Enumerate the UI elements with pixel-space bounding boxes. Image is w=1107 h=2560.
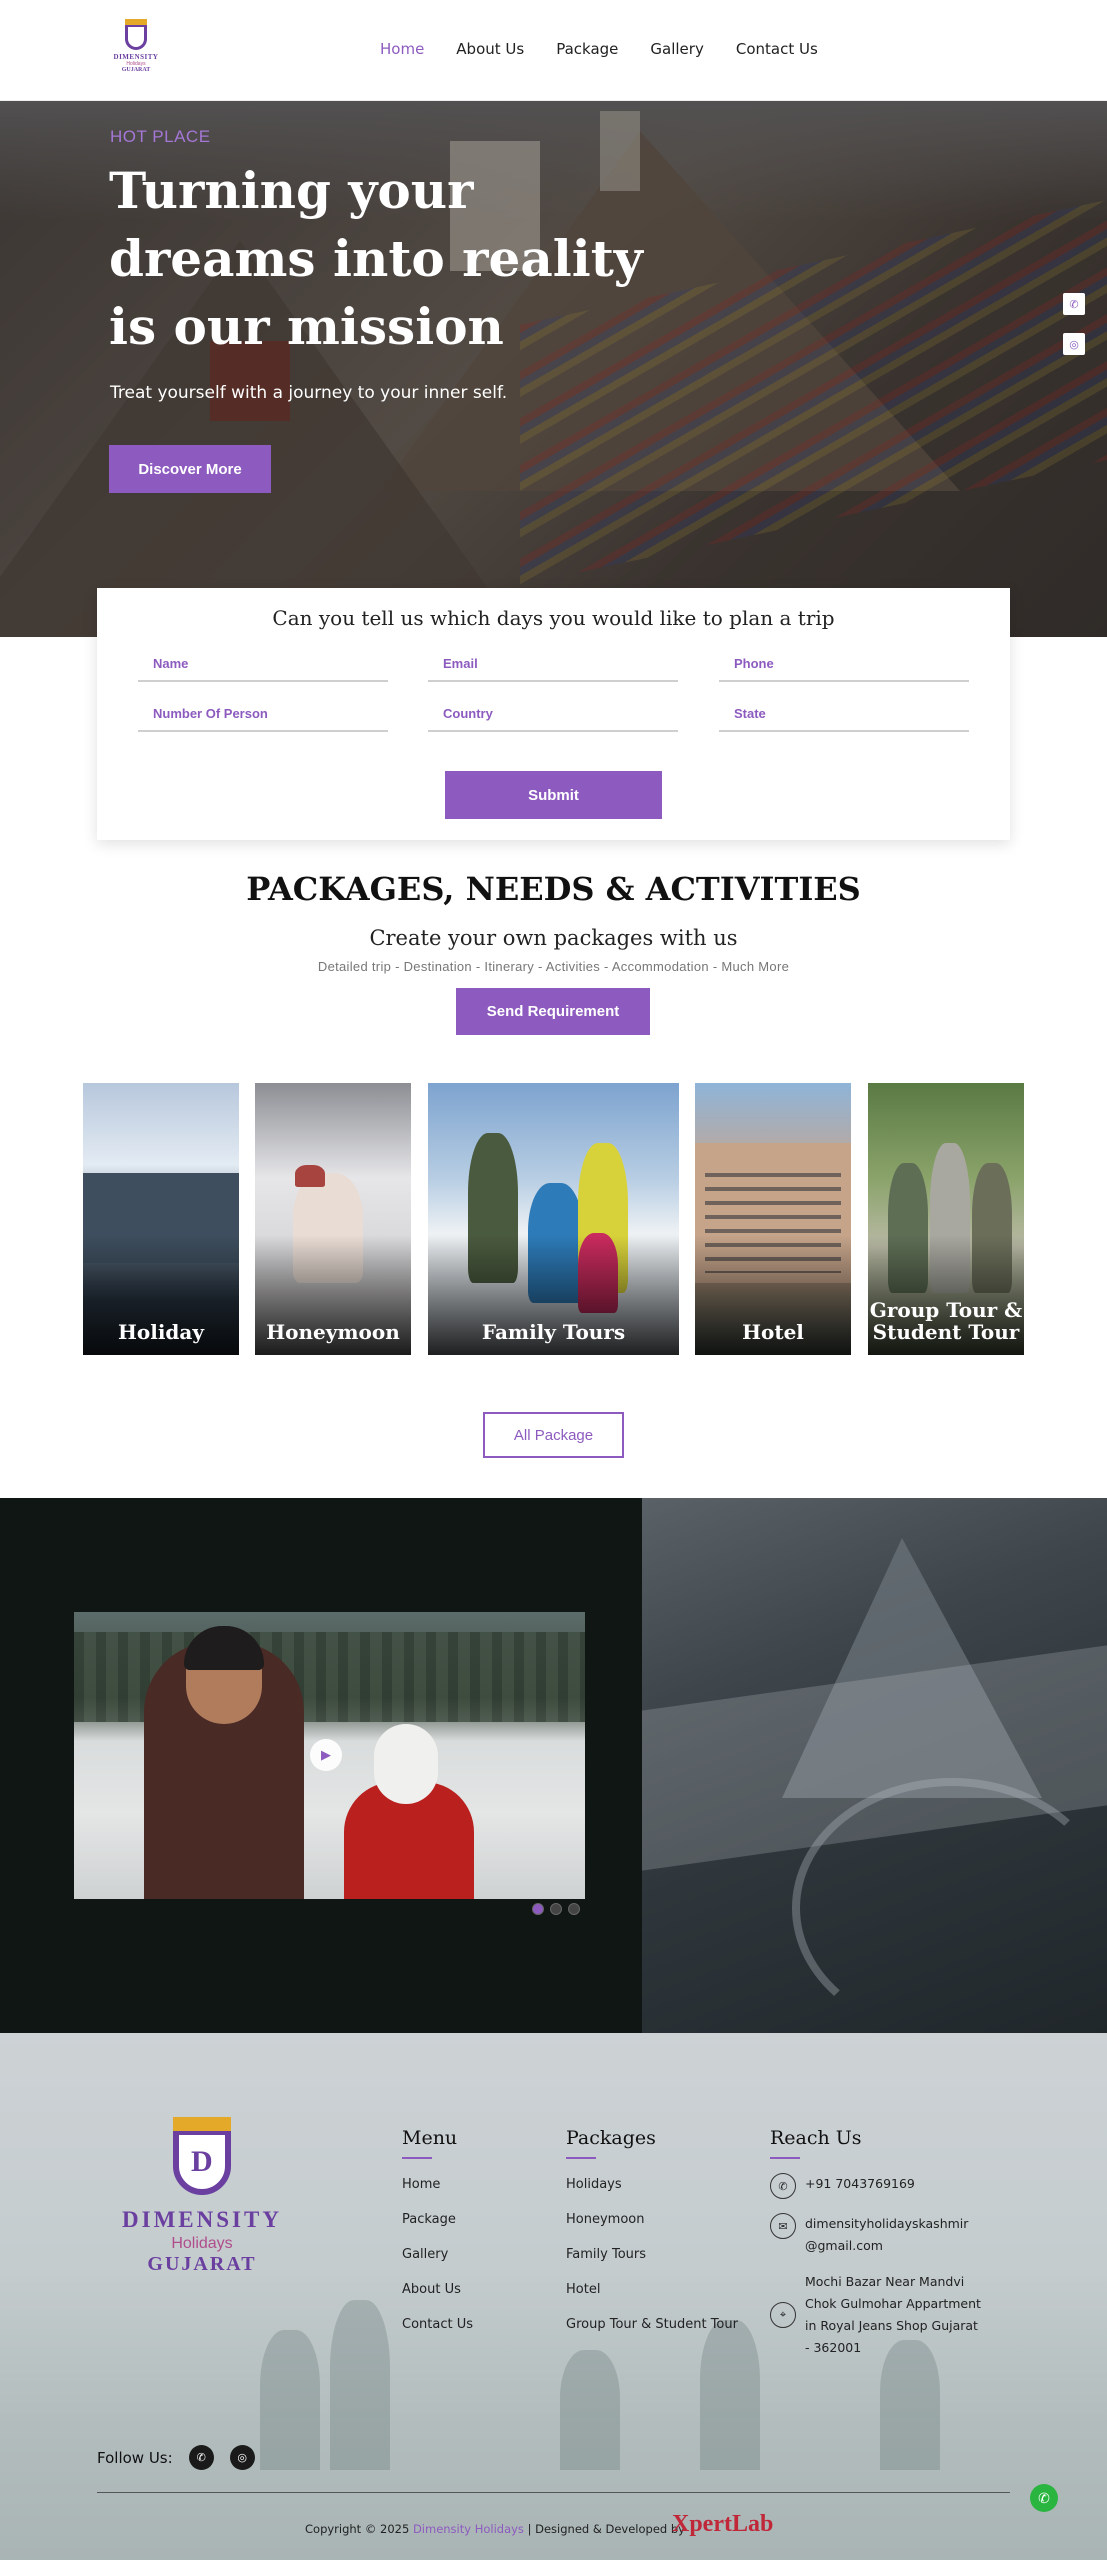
logo-line3: GUJARAT [147,2253,257,2275]
play-icon[interactable]: ▶ [310,1739,342,1771]
state-field [719,698,969,732]
whatsapp-float-icon[interactable]: ✆ [1030,2484,1058,2512]
instagram-icon[interactable]: ◎ [229,2445,255,2470]
footer-logo[interactable]: D DIMENSITY Holidays GUJARAT [118,2117,286,2276]
email-input[interactable] [428,648,678,678]
follow-us: Follow Us: ✆ ◎ [97,2445,271,2470]
footer-reach-us: Reach Us ✆ +91 7043769169 ✉ dimensityhol… [770,2127,1000,2373]
brand-logo[interactable]: DIMENSITY Holidays GUJARAT [108,19,164,84]
logo-line3: GUJARAT [121,67,151,73]
phone-field [719,648,969,682]
copyright-brand-link[interactable]: Dimensity Holidays [413,2522,524,2536]
name-input[interactable] [138,648,388,678]
video-thumbnail[interactable]: ▶ [74,1612,585,1899]
tile-label: Group Tour & Student Tour [869,1298,1023,1344]
tile-label: Honeymoon [266,1320,400,1344]
footer-packages: Packages Holidays Honeymoon Family Tours… [566,2127,738,2352]
packages-subheading: Create your own packages with us [369,926,738,950]
floating-social: ✆ ◎ [1063,293,1087,373]
logo-line1: DIMENSITY [113,53,159,61]
contact-phone[interactable]: ✆ +91 7043769169 [770,2173,1000,2199]
footer-link-gallery[interactable]: Gallery [402,2247,473,2262]
nav-gallery[interactable]: Gallery [650,40,703,58]
developer-logo[interactable]: XpertLab [672,2511,773,2538]
country-field [428,698,678,732]
footer-link-honeymoon[interactable]: Honeymoon [566,2212,738,2227]
follow-label: Follow Us: [97,2448,173,2467]
footer: D DIMENSITY Holidays GUJARAT Menu Home P… [0,2033,1107,2560]
country-input[interactable] [428,698,678,728]
mail-icon: ✉ [770,2213,796,2239]
carousel-dot[interactable] [568,1903,580,1915]
copyright: Copyright © 2025 Dimensity Holidays | De… [305,2522,685,2536]
location-pin-icon: ⌖ [770,2302,796,2328]
state-input[interactable] [719,698,969,728]
carousel-dot[interactable] [550,1903,562,1915]
nav-about-us[interactable]: About Us [456,40,524,58]
crest-icon [125,19,147,50]
hero-tagline: Treat yourself with a journey to your in… [110,383,508,403]
whatsapp-icon[interactable]: ✆ [1063,293,1085,315]
tile-label: Family Tours [481,1320,626,1344]
package-tile-honeymoon[interactable]: Honeymoon [255,1083,411,1355]
header: DIMENSITY Holidays GUJARAT Home About Us… [0,0,1107,101]
phone-input[interactable] [719,648,969,678]
logo-line1: DIMENSITY [122,2207,282,2232]
name-field [138,648,388,682]
hero-title: Turning your dreams into reality is our … [109,161,643,356]
persons-field [138,698,388,732]
crest-icon: D [173,2117,231,2195]
packages-heading: PACKAGES, NEEDS & ACTIVITIES [246,870,861,908]
footer-link-group-tour[interactable]: Group Tour & Student Tour [566,2317,738,2332]
video-section: ▶ [0,1498,1107,2033]
email-field [428,648,678,682]
tile-label: Hotel [742,1320,804,1344]
carousel-dot[interactable] [532,1903,544,1915]
valley-image [642,1498,1107,2033]
form-title: Can you tell us which days you would lik… [272,606,835,630]
package-tile-hotel[interactable]: Hotel [695,1083,851,1355]
contact-address: ⌖ Mochi Bazar Near Mandvi Chok Gulmohar … [770,2271,1000,2359]
main-nav: Home About Us Package Gallery Contact Us [380,40,850,58]
footer-link-hotel[interactable]: Hotel [566,2282,738,2297]
all-package-button[interactable]: All Package [483,1412,624,1458]
persons-input[interactable] [138,698,388,728]
submit-button[interactable]: Submit [445,771,662,819]
discover-more-button[interactable]: Discover More [109,445,271,493]
hero-banner: HOT PLACE Turning your dreams into reali… [0,101,1107,637]
logo-line2: Holidays [171,2235,233,2252]
contact-email[interactable]: ✉ dimensityholidayskashmir@gmail.com [770,2213,1000,2257]
footer-link-holidays[interactable]: Holidays [566,2177,738,2192]
trip-plan-form: Can you tell us which days you would lik… [97,588,1010,840]
package-tile-holiday[interactable]: Holiday [83,1083,239,1355]
tile-label: Holiday [118,1320,204,1344]
carousel-dots [532,1903,580,1915]
package-tile-family-tours[interactable]: Family Tours [428,1083,679,1355]
nav-home[interactable]: Home [380,40,424,58]
footer-link-home[interactable]: Home [402,2177,473,2192]
footer-menu: Menu Home Package Gallery About Us Conta… [402,2127,473,2352]
hero-eyebrow: HOT PLACE [110,127,211,146]
footer-link-about-us[interactable]: About Us [402,2282,473,2297]
package-tile-group-tour[interactable]: Group Tour & Student Tour [868,1083,1024,1355]
instagram-icon[interactable]: ◎ [1063,333,1085,355]
nav-contact-us[interactable]: Contact Us [736,40,818,58]
reach-title: Reach Us [770,2127,862,2149]
nav-package[interactable]: Package [556,40,618,58]
packages-details: Detailed trip - Destination - Itinerary … [317,959,790,974]
footer-packages-title: Packages [566,2127,656,2149]
send-requirement-button[interactable]: Send Requirement [456,988,650,1035]
footer-link-contact-us[interactable]: Contact Us [402,2317,473,2332]
phone-icon: ✆ [770,2173,796,2199]
whatsapp-icon[interactable]: ✆ [188,2445,214,2470]
footer-menu-title: Menu [402,2127,458,2149]
footer-link-package[interactable]: Package [402,2212,473,2227]
footer-link-family-tours[interactable]: Family Tours [566,2247,738,2262]
